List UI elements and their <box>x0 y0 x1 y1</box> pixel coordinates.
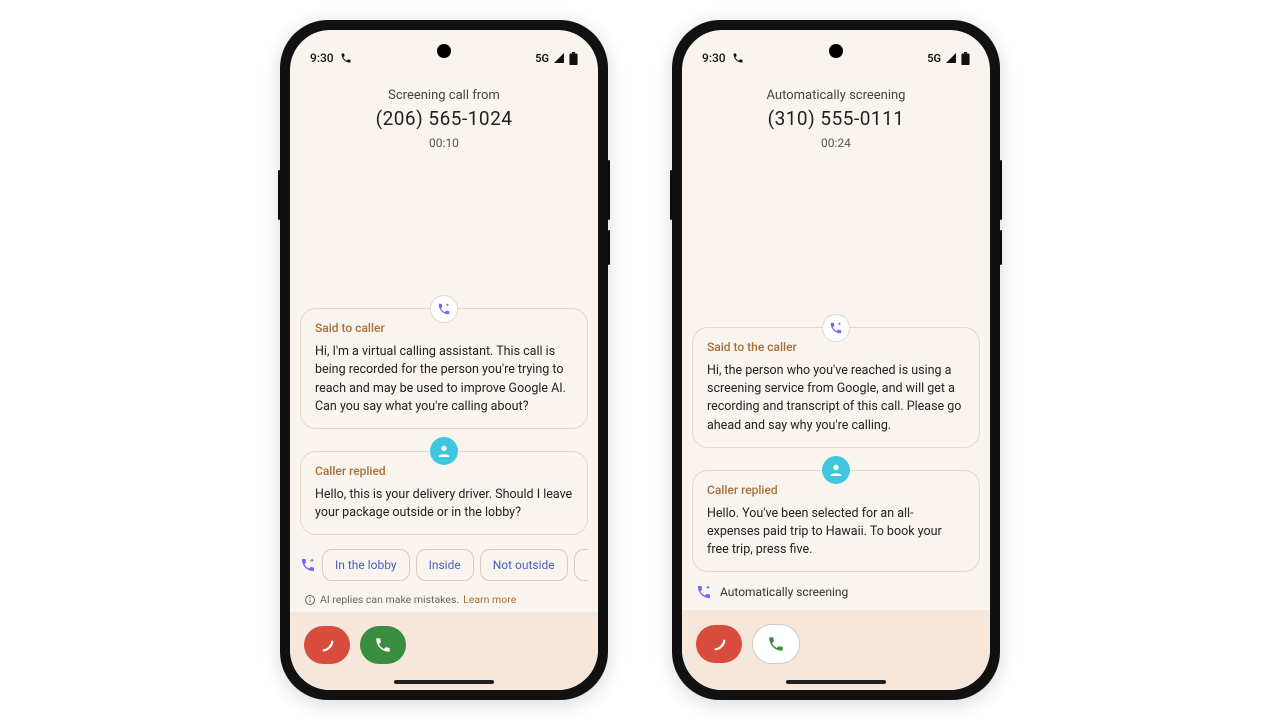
header-label: Automatically screening <box>682 88 990 103</box>
phone-status-icon <box>732 52 744 64</box>
assistant-badge-icon <box>822 314 850 342</box>
caller-avatar-icon <box>822 456 850 484</box>
hangup-button[interactable] <box>696 625 742 663</box>
card-label: Caller replied <box>707 483 965 497</box>
transcript-card-caller: Caller replied Hello. You've been select… <box>692 470 980 572</box>
reply-chip[interactable]: Not outside <box>480 549 568 581</box>
camera-hole <box>437 44 451 58</box>
nav-bar-indicator <box>394 680 494 684</box>
card-label: Said to caller <box>315 321 573 335</box>
reply-chip[interactable]: Inside <box>416 549 474 581</box>
hangup-button[interactable] <box>304 626 350 664</box>
call-footer <box>682 610 990 690</box>
answer-button[interactable] <box>752 624 800 664</box>
card-body: Hello. You've been selected for an all-e… <box>707 505 965 559</box>
assistant-sparkle-icon <box>300 556 316 574</box>
call-header: Automatically screening (310) 555-0111 0… <box>682 72 990 154</box>
call-header: Screening call from (206) 565-1024 00:10 <box>290 72 598 154</box>
disclaimer-text: AI replies can make mistakes. <box>320 593 459 606</box>
phone-left: 9:30 5G Screening call from (206) 565-10… <box>280 20 608 700</box>
status-time: 9:30 <box>310 51 334 65</box>
reply-chip[interactable]: In the lobby <box>322 549 410 581</box>
info-icon <box>304 594 316 606</box>
battery-icon <box>961 52 970 65</box>
alert-icon <box>587 559 588 571</box>
disclaimer-row: AI replies can make mistakes. Learn more <box>300 591 588 612</box>
quick-replies-row: In the lobby Inside Not outside Rep <box>300 543 588 583</box>
transcript-card-caller: Caller replied Hello, this is your deliv… <box>300 451 588 535</box>
call-footer <box>290 612 598 690</box>
status-time: 9:30 <box>702 51 726 65</box>
transcript-card-assistant: Said to the caller Hi, the person who yo… <box>692 327 980 448</box>
status-network: 5G <box>927 52 941 65</box>
camera-hole <box>829 44 843 58</box>
card-body: Hi, I'm a virtual calling assistant. Thi… <box>315 343 573 416</box>
nav-bar-indicator <box>786 680 886 684</box>
phone-status-icon <box>340 52 352 64</box>
caller-avatar-icon <box>430 437 458 465</box>
answer-button[interactable] <box>360 626 406 664</box>
assistant-sparkle-icon <box>696 584 712 600</box>
header-label: Screening call from <box>290 88 598 103</box>
status-network: 5G <box>535 52 549 65</box>
header-number: (310) 555-0111 <box>682 107 990 130</box>
card-label: Said to the caller <box>707 340 965 354</box>
card-label: Caller replied <box>315 464 573 478</box>
transcript-card-assistant: Said to caller Hi, I'm a virtual calling… <box>300 308 588 429</box>
battery-icon <box>569 52 578 65</box>
phone-right: 9:30 5G Automatically screening (310) 55… <box>672 20 1000 700</box>
header-duration: 00:24 <box>682 136 990 150</box>
assistant-badge-icon <box>430 295 458 323</box>
header-duration: 00:10 <box>290 136 598 150</box>
signal-icon <box>945 52 957 64</box>
card-body: Hello, this is your delivery driver. Sho… <box>315 486 573 522</box>
header-number: (206) 565-1024 <box>290 107 598 130</box>
auto-screening-label: Automatically screening <box>692 580 980 610</box>
signal-icon <box>553 52 565 64</box>
reply-chip-alert[interactable]: Rep <box>574 549 588 581</box>
learn-more-link[interactable]: Learn more <box>463 593 516 606</box>
card-body: Hi, the person who you've reached is usi… <box>707 362 965 435</box>
